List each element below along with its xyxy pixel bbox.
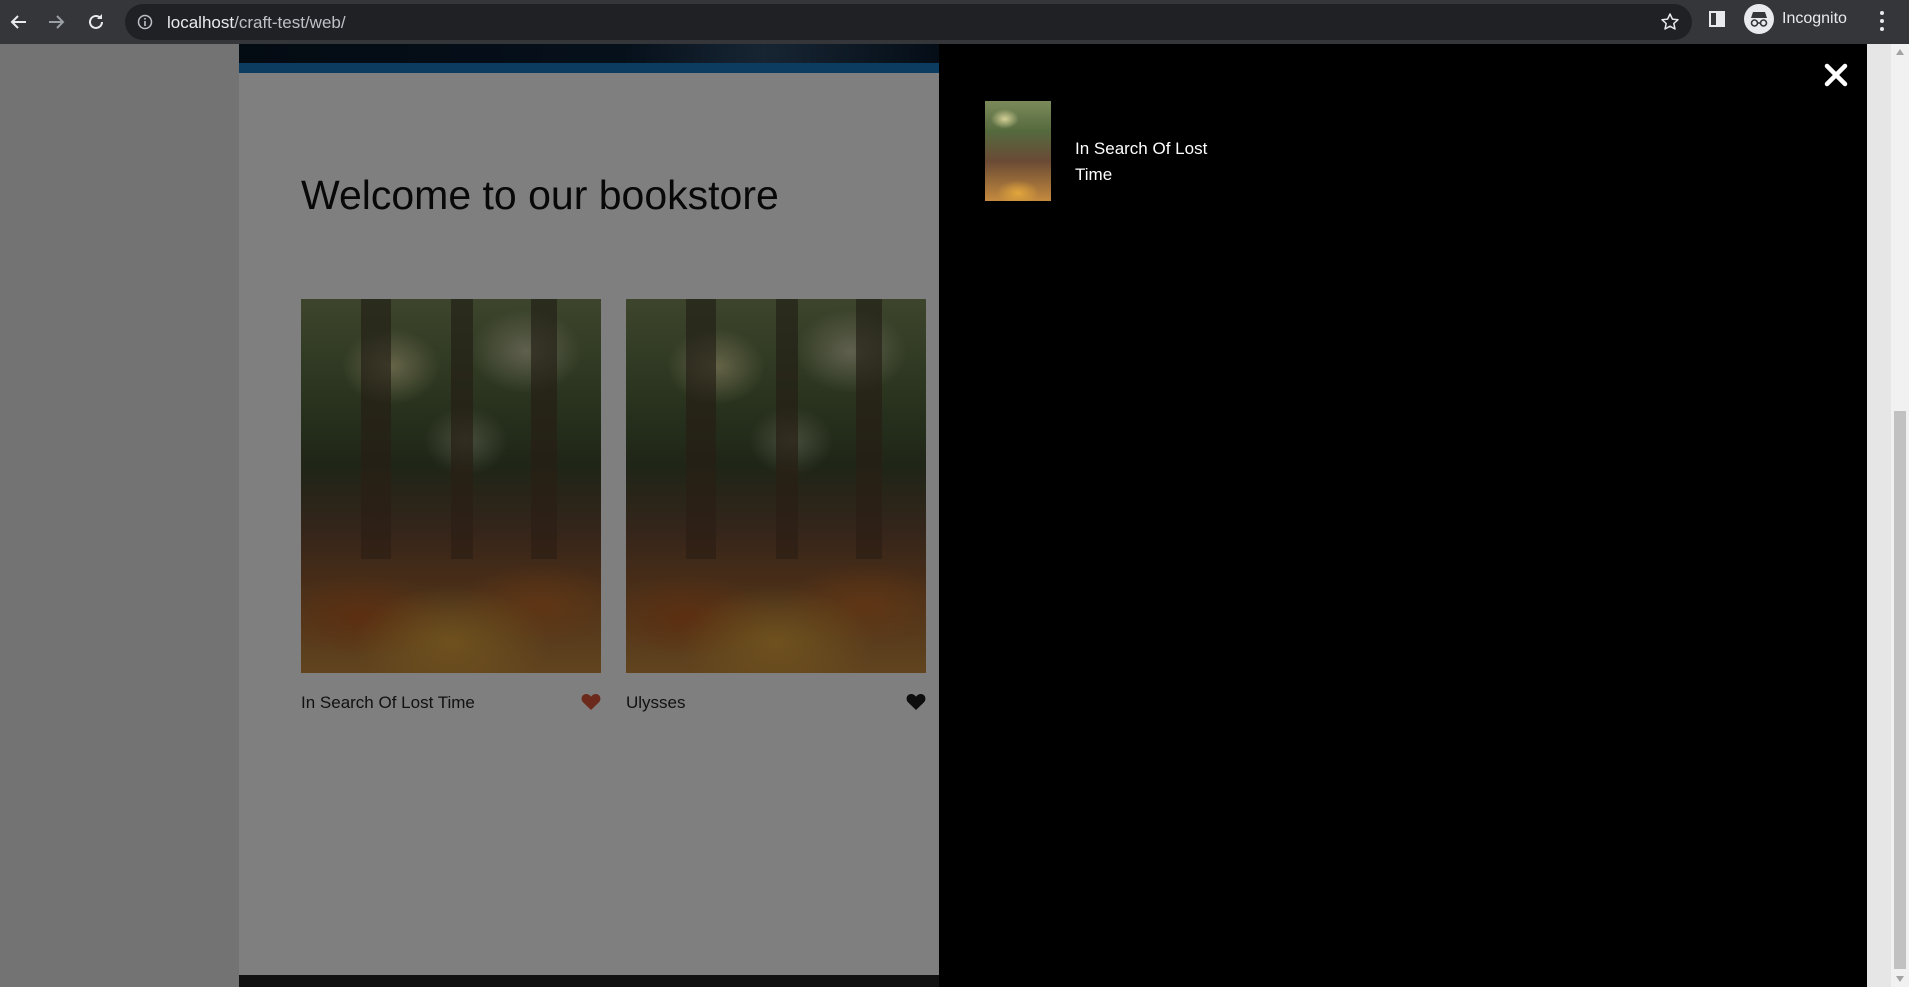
reload-icon [89, 14, 103, 29]
back-button[interactable] [4, 7, 34, 37]
arrow-left-icon [10, 15, 26, 29]
reload-button[interactable] [81, 7, 111, 37]
page-viewport: Welcome to our bookstore In Search Of Lo… [0, 44, 1891, 987]
arrow-right-icon [49, 15, 65, 29]
url-path: /craft-test/web/ [234, 13, 346, 32]
kebab-menu-icon[interactable] [1870, 8, 1894, 34]
scrollbar-thumb[interactable] [1894, 411, 1906, 969]
url-host: localhost [167, 13, 235, 32]
browser-toolbar: localhost/craft-test/web/ Incognito [0, 0, 1909, 44]
address-bar[interactable]: localhost/craft-test/web/ [125, 4, 1692, 40]
profile-label: Incognito [1782, 10, 1847, 27]
modal-backdrop[interactable] [0, 44, 939, 987]
close-icon [1824, 63, 1848, 87]
favorite-item[interactable]: In Search Of Lost Time [985, 101, 1285, 201]
star-icon[interactable] [1660, 12, 1680, 32]
favorite-thumbnail[interactable] [985, 101, 1051, 201]
forward-button[interactable] [41, 7, 71, 37]
favorites-drawer: In Search Of Lost Time [939, 44, 1867, 987]
close-button[interactable] [1819, 58, 1853, 92]
url-text[interactable]: localhost/craft-test/web/ [167, 13, 346, 33]
page-scrollbar[interactable] [1891, 44, 1909, 987]
side-panel-icon[interactable] [1707, 9, 1727, 29]
scroll-up-button[interactable] [1891, 44, 1909, 60]
scroll-down-button[interactable] [1891, 971, 1909, 987]
caret-down-icon [1896, 976, 1904, 982]
caret-up-icon [1896, 49, 1904, 55]
profile-button[interactable]: Incognito [1740, 3, 1859, 35]
incognito-icon [1744, 4, 1774, 34]
favorite-title[interactable]: In Search Of Lost Time [1075, 136, 1225, 188]
info-icon[interactable] [137, 14, 153, 30]
